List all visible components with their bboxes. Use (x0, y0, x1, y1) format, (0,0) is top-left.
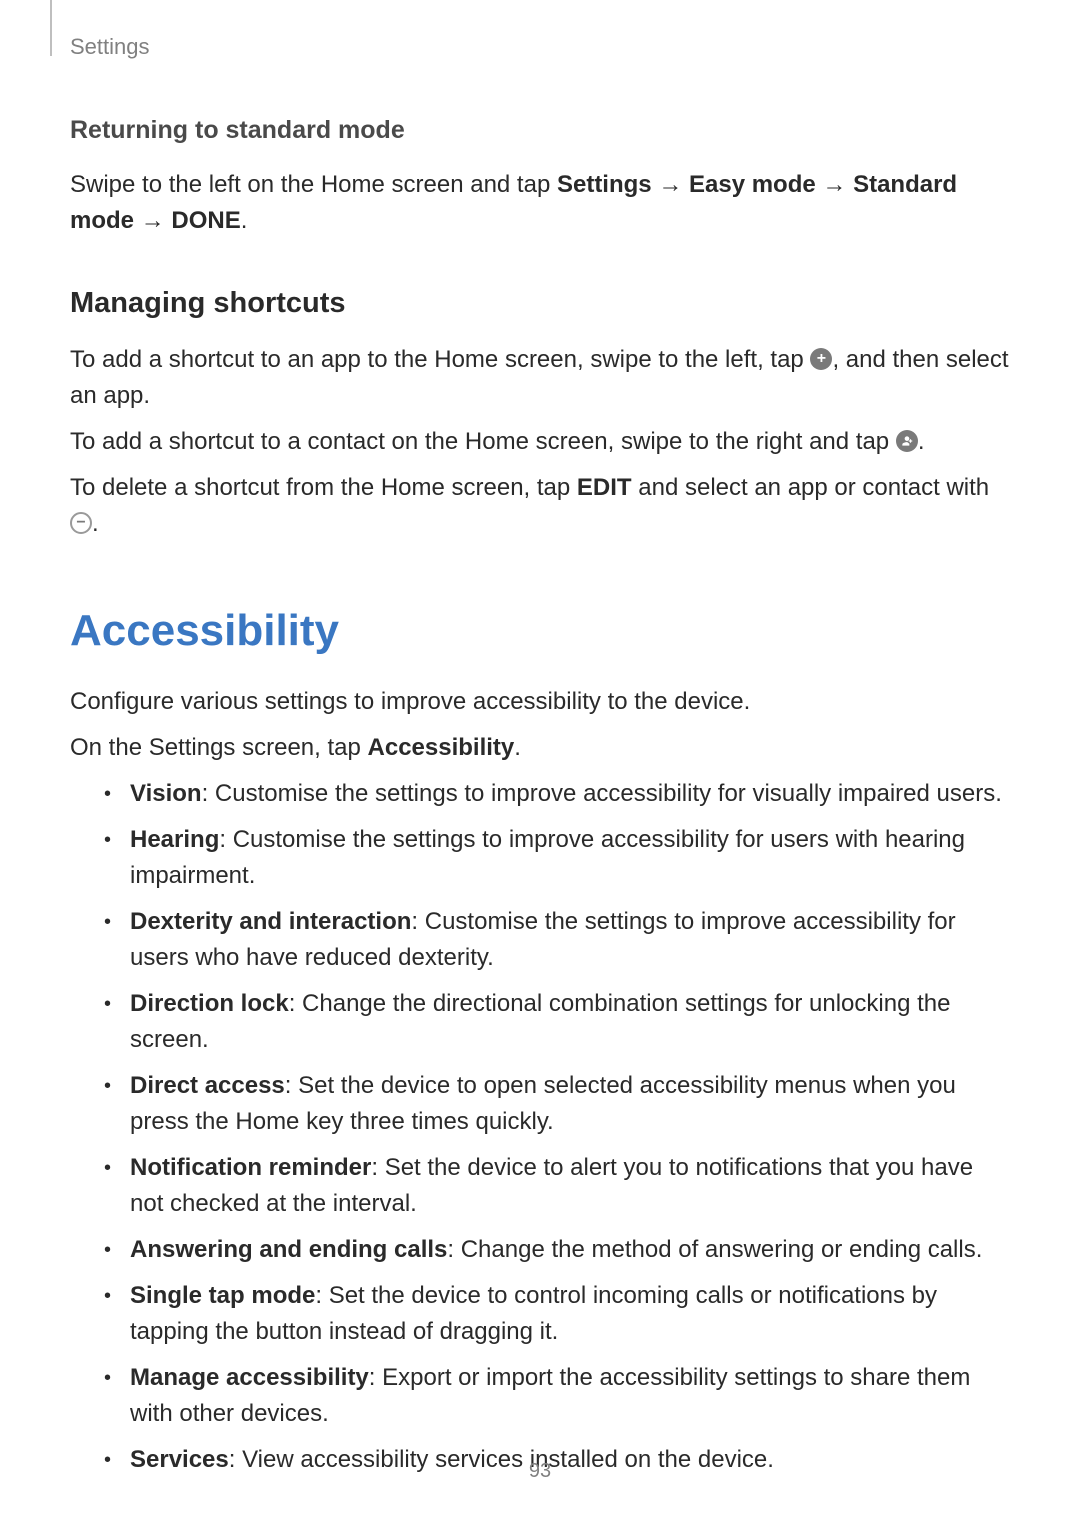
bold-settings: Settings (557, 171, 652, 198)
item-label: Notification reminder (130, 1154, 371, 1181)
header-rule (50, 0, 52, 56)
returning-paragraph: Swipe to the left on the Home screen and… (70, 167, 1010, 239)
list-item: Hearing: Customise the settings to impro… (104, 822, 1010, 894)
text: . (241, 207, 248, 234)
minus-icon: − (70, 512, 92, 534)
text: . (92, 510, 99, 537)
accessibility-list: Vision: Customise the settings to improv… (70, 776, 1010, 1478)
accessibility-heading: Accessibility (70, 606, 1010, 656)
accessibility-intro1: Configure various settings to improve ac… (70, 684, 1010, 720)
text: To add a shortcut to an app to the Home … (70, 346, 810, 373)
managing-p3: To delete a shortcut from the Home scree… (70, 470, 1010, 542)
bold-easy-mode: Easy mode (689, 171, 816, 198)
item-label: Manage accessibility (130, 1364, 369, 1391)
page-number: 93 (0, 1460, 1080, 1483)
item-label: Answering and ending calls (130, 1236, 447, 1263)
text: On the Settings screen, tap (70, 734, 368, 761)
managing-p2: To add a shortcut to a contact on the Ho… (70, 424, 1010, 460)
item-desc: : Change the method of answering or endi… (447, 1236, 982, 1263)
list-item: Direct access: Set the device to open se… (104, 1068, 1010, 1140)
bold-edit: EDIT (577, 474, 632, 501)
item-label: Hearing (130, 826, 219, 853)
item-label: Vision (130, 780, 202, 807)
item-desc: : Customise the settings to improve acce… (130, 826, 965, 889)
text: To add a shortcut to a contact on the Ho… (70, 428, 896, 455)
accessibility-intro2: On the Settings screen, tap Accessibilit… (70, 730, 1010, 766)
arrow: → (652, 171, 689, 198)
list-item: Direction lock: Change the directional c… (104, 986, 1010, 1058)
managing-heading: Managing shortcuts (70, 287, 1010, 320)
add-contact-icon (896, 430, 918, 452)
item-label: Single tap mode (130, 1282, 315, 1309)
plus-icon: + (810, 348, 832, 370)
text: and select an app or contact with (632, 474, 990, 501)
list-item: Vision: Customise the settings to improv… (104, 776, 1010, 812)
header-section-label: Settings (70, 34, 1010, 60)
text: To delete a shortcut from the Home scree… (70, 474, 577, 501)
returning-heading: Returning to standard mode (70, 116, 1010, 145)
bold-done: DONE (171, 207, 240, 234)
list-item: Answering and ending calls: Change the m… (104, 1232, 1010, 1268)
text: . (514, 734, 521, 761)
item-label: Dexterity and interaction (130, 908, 411, 935)
list-item: Manage accessibility: Export or import t… (104, 1360, 1010, 1432)
item-desc: : Customise the settings to improve acce… (202, 780, 1002, 807)
arrow: → (134, 207, 171, 234)
managing-p1: To add a shortcut to an app to the Home … (70, 342, 1010, 414)
arrow: → (816, 171, 853, 198)
page: Settings Returning to standard mode Swip… (0, 0, 1080, 1527)
text: Swipe to the left on the Home screen and… (70, 171, 557, 198)
item-label: Direct access (130, 1072, 285, 1099)
bold-accessibility: Accessibility (368, 734, 515, 761)
item-label: Direction lock (130, 990, 289, 1017)
text: . (918, 428, 925, 455)
list-item: Notification reminder: Set the device to… (104, 1150, 1010, 1222)
list-item: Dexterity and interaction: Customise the… (104, 904, 1010, 976)
list-item: Single tap mode: Set the device to contr… (104, 1278, 1010, 1350)
